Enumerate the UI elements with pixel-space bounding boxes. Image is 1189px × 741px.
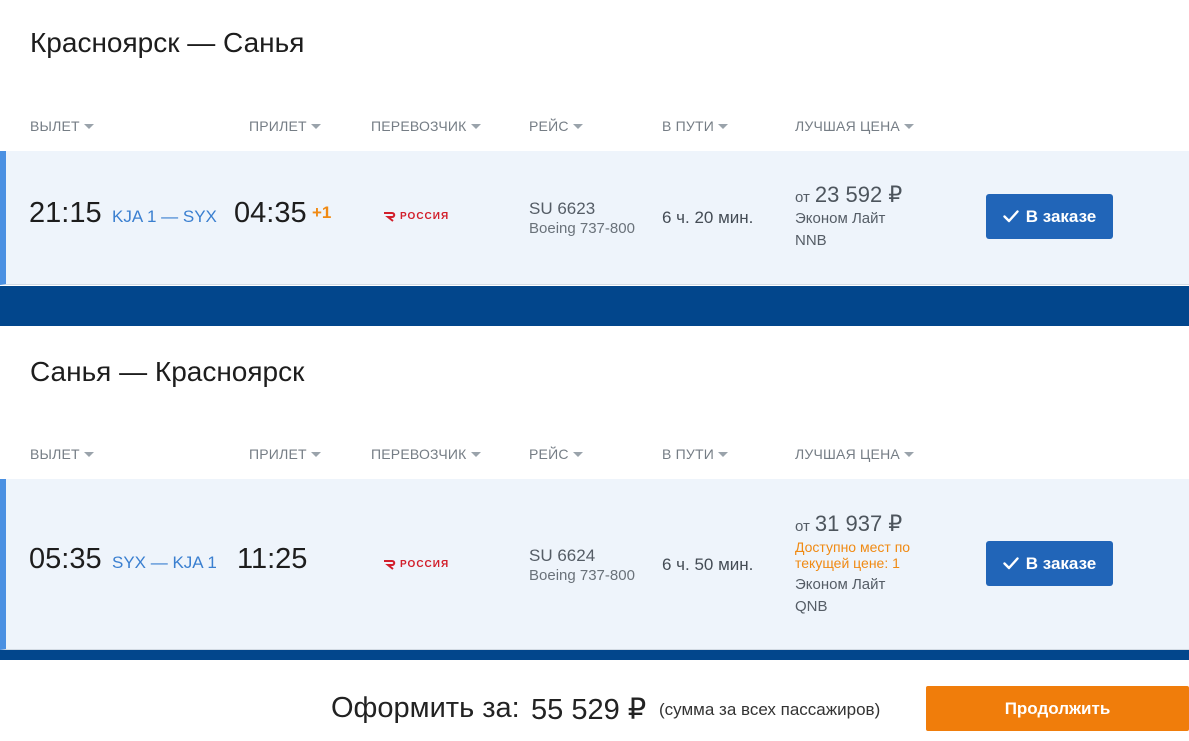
sort-departure[interactable]: ВЫЛЕТ [30,118,94,134]
sort-duration-label: В ПУТИ [662,446,714,462]
flight-number: SU 6623 [529,199,596,218]
day-offset-badge: +1 [312,203,332,222]
flight-number: SU 6624 [529,546,596,565]
flight-row-outbound[interactable]: 21:15 KJA 1 — SYX 04:35 +1 РОССИЯ SU 662… [0,151,1189,285]
caret-down-icon [718,452,728,457]
flight-row-inbound[interactable]: 05:35 SYX — KJA 1 11:25 РОССИЯ SU 6624 B… [0,479,1189,650]
aeroflot-rossiya-logo: РОССИЯ [383,211,449,222]
caret-down-icon [310,124,321,129]
caret-down-icon [903,452,914,457]
sort-arrival-label: ПРИЛЕТ [249,118,307,134]
aeroflot-rossiya-logo: РОССИЯ [383,559,449,570]
aircraft-type: Boeing 737-800 [529,220,635,237]
continue-button[interactable]: Продолжить [926,686,1189,731]
fare-class: Эконом Лайт [795,210,886,227]
price-prefix: от [795,189,810,206]
sort-carrier-label: ПЕРЕВОЗЧИК [371,118,467,134]
in-order-button[interactable]: В заказе [986,194,1113,239]
caret-down-icon [310,452,321,457]
in-order-button[interactable]: В заказе [986,541,1113,586]
checkmark-icon [1003,210,1019,223]
fare-class: Эконом Лайт [795,576,886,593]
sort-duration-label: В ПУТИ [662,118,714,134]
sort-carrier[interactable]: ПЕРЕВОЗЧИК [371,118,481,134]
sort-flight-label: РЕЙС [529,446,569,462]
section-divider [0,286,1189,326]
airline-logo-text: РОССИЯ [400,211,450,222]
checkmark-icon [1003,557,1019,570]
sort-duration[interactable]: В ПУТИ [662,446,728,462]
route-codes: SYX — KJA 1 [112,553,217,572]
sort-departure-label: ВЫЛЕТ [30,446,80,462]
aircraft-type: Boeing 737-800 [529,567,635,584]
caret-down-icon [470,452,481,457]
section-divider [0,650,1189,660]
sort-flight-label: РЕЙС [529,118,569,134]
sort-departure[interactable]: ВЫЛЕТ [30,446,94,462]
continue-button-label: Продолжить [1004,698,1111,718]
sort-best-price-label: ЛУЧШАЯ ЦЕНА [795,118,900,134]
arrival-time: 04:35 [234,197,307,229]
sort-duration[interactable]: В ПУТИ [662,118,728,134]
sort-best-price[interactable]: ЛУЧШАЯ ЦЕНА [795,446,914,462]
sort-arrival[interactable]: ПРИЛЕТ [249,446,321,462]
caret-down-icon [83,124,94,129]
outbound-route-title: Красноярск — Санья [30,27,305,58]
caret-down-icon [718,124,728,129]
price-value: 23 592 ₽ [814,182,903,207]
best-price: от 31 937 ₽ [795,511,902,537]
sort-arrival[interactable]: ПРИЛЕТ [249,118,321,134]
sort-best-price-label: ЛУЧШАЯ ЦЕНА [795,446,900,462]
fare-code: QNB [795,598,828,615]
best-price: от 23 592 ₽ [795,182,902,208]
airline-wing-icon [384,559,396,570]
sort-best-price[interactable]: ЛУЧШАЯ ЦЕНА [795,118,914,134]
route-codes: KJA 1 — SYX [112,207,217,226]
sort-flight[interactable]: РЕЙС [529,446,583,462]
sort-flight[interactable]: РЕЙС [529,118,583,134]
total-price: 55 529 ₽ [531,694,647,726]
caret-down-icon [572,452,583,457]
departure-time: 05:35 [29,543,102,575]
flight-duration: 6 ч. 50 мин. [662,555,754,574]
sort-carrier-label: ПЕРЕВОЗЧИК [371,446,467,462]
price-prefix: от [795,518,810,535]
total-label: Оформить за: [331,692,520,724]
price-value: 31 937 ₽ [814,511,903,536]
departure-time: 21:15 [29,197,102,229]
caret-down-icon [470,124,481,129]
availability-warning: Доступно мест по текущей цене: 1 [795,539,911,571]
in-order-button-label: В заказе [1025,206,1097,226]
fare-code: NNB [795,232,827,249]
total-note: (сумма за всех пассажиров) [659,700,881,719]
sort-arrival-label: ПРИЛЕТ [249,446,307,462]
airline-logo-text: РОССИЯ [400,559,450,570]
caret-down-icon [83,452,94,457]
in-order-button-label: В заказе [1025,553,1097,573]
sort-carrier[interactable]: ПЕРЕВОЗЧИК [371,446,481,462]
sort-departure-label: ВЫЛЕТ [30,118,80,134]
flight-duration: 6 ч. 20 мин. [662,208,754,227]
checkout-footer: Оформить за: 55 529 ₽ (сумма за всех пас… [0,660,1189,741]
arrival-time: 11:25 [237,543,308,575]
caret-down-icon [903,124,914,129]
airline-wing-icon [384,211,396,222]
caret-down-icon [572,124,583,129]
inbound-route-title: Санья — Красноярск [30,356,305,387]
